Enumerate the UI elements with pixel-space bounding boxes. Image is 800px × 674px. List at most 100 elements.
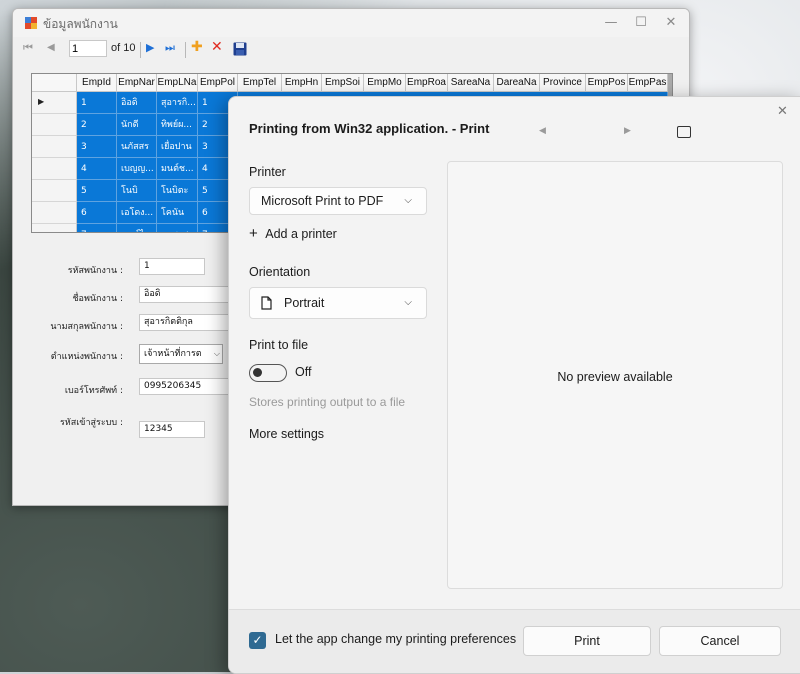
table-cell[interactable]: มนต์ช...: [157, 158, 198, 180]
emp-lastname-label: นามสกุลพนักงาน :: [50, 322, 123, 332]
table-cell[interactable]: 3: [77, 136, 117, 158]
emp-lastname-field[interactable]: สุอารกิตติกุล: [139, 314, 229, 331]
column-header-empsoi[interactable]: EmpSoi: [322, 74, 364, 92]
emp-phone-label: เบอร์โทรศัพท์ :: [64, 386, 123, 396]
toggle-state-text: Off: [295, 365, 312, 379]
table-cell[interactable]: นรพงศ...: [157, 224, 198, 232]
table-cell[interactable]: โนบิ: [117, 180, 157, 202]
app-icon: [25, 17, 37, 29]
close-icon[interactable]: ✕: [777, 103, 788, 119]
window-title: ข้อมูลพนักงาน: [43, 17, 118, 31]
cancel-button[interactable]: Cancel: [659, 626, 781, 656]
print-preview-pane: No preview available: [447, 161, 783, 589]
table-cell[interactable]: เอโดง...: [117, 202, 157, 224]
row-header[interactable]: [32, 224, 77, 232]
print-button[interactable]: Print: [523, 626, 651, 656]
toolbar-separator: [140, 42, 141, 58]
emp-position-label: ตำแหน่งพนักงาน :: [50, 352, 123, 362]
table-cell[interactable]: 6: [77, 202, 117, 224]
fit-to-window-icon[interactable]: [677, 126, 691, 138]
print-to-file-toggle[interactable]: [249, 364, 287, 382]
orientation-select[interactable]: Portrait ⌵: [249, 287, 427, 319]
table-cell[interactable]: อิอดิ: [117, 92, 157, 114]
emp-name-field[interactable]: อิอดิ: [139, 286, 229, 303]
table-cell[interactable]: 4: [77, 158, 117, 180]
move-first-icon[interactable]: ⏮: [23, 40, 33, 56]
column-header-emppol[interactable]: EmpPol: [198, 74, 238, 92]
dialog-title: Printing from Win32 application. - Print: [249, 121, 490, 136]
prev-page-icon[interactable]: ◀: [539, 125, 546, 136]
more-settings-link[interactable]: More settings: [249, 427, 324, 441]
record-count: of 10: [111, 42, 136, 54]
position-input[interactable]: 1: [69, 40, 107, 57]
add-printer-link[interactable]: + Add a printer: [249, 225, 337, 242]
column-header-emproad[interactable]: EmpRoa: [406, 74, 448, 92]
emp-password-label: รหัสเข้าสู่ระบบ :: [59, 418, 123, 428]
save-icon[interactable]: [233, 42, 247, 56]
row-header[interactable]: [32, 114, 77, 136]
table-cell[interactable]: ทิพย์ผ...: [157, 114, 198, 136]
column-header-empid[interactable]: EmpId: [77, 74, 117, 92]
printer-select[interactable]: Microsoft Print to PDF ⌵: [249, 187, 427, 215]
table-cell[interactable]: โนบิตะ: [157, 180, 198, 202]
emp-position-select[interactable]: เจ้าหน้าที่การต ⌵: [139, 344, 223, 364]
move-next-icon[interactable]: ▶: [146, 40, 154, 56]
next-page-icon[interactable]: ▶: [624, 125, 631, 136]
row-header[interactable]: [32, 202, 77, 224]
toolbar-separator: [185, 42, 186, 58]
row-header[interactable]: [32, 158, 77, 180]
maximize-button[interactable]: ☐: [627, 13, 655, 33]
plus-icon: +: [249, 225, 258, 242]
table-cell[interactable]: นภัสสร: [117, 136, 157, 158]
column-header-dareaname[interactable]: DareaNa: [494, 74, 540, 92]
table-cell[interactable]: 1: [77, 92, 117, 114]
column-header-province[interactable]: Province: [540, 74, 586, 92]
add-new-icon[interactable]: ✚: [191, 39, 203, 55]
title-bar[interactable]: ข้อมูลพนักงาน — ☐ ✕: [13, 9, 689, 37]
column-header-sareaname[interactable]: SareaNa: [448, 74, 494, 92]
emp-password-field[interactable]: 12345: [139, 421, 205, 438]
emp-id-field[interactable]: 1: [139, 258, 205, 275]
emp-id-label: รหัสพนักงาน :: [67, 266, 123, 276]
print-to-file-hint: Stores printing output to a file: [249, 395, 406, 409]
emp-name-label: ชื่อพนักงาน :: [72, 294, 123, 304]
orientation-label: Orientation: [249, 265, 311, 279]
column-header-emphno[interactable]: EmpHn: [282, 74, 322, 92]
table-cell[interactable]: นักดี: [117, 114, 157, 136]
row-header[interactable]: [32, 180, 77, 202]
minimize-button[interactable]: —: [597, 13, 625, 33]
column-header-emppass[interactable]: EmpPas: [628, 74, 668, 92]
print-dialog: ✕ Printing from Win32 application. - Pri…: [228, 96, 800, 674]
checkbox-checked-icon[interactable]: ✓: [249, 632, 266, 649]
dialog-footer: ✓ Let the app change my printing prefere…: [229, 609, 800, 673]
table-cell[interactable]: โคนัน: [157, 202, 198, 224]
column-header-empname[interactable]: EmpNar: [117, 74, 157, 92]
printer-label: Printer: [249, 165, 286, 179]
table-cell[interactable]: เยื่อปาน: [157, 136, 198, 158]
table-cell[interactable]: เจอร์ไอ...: [117, 224, 157, 232]
page-icon: [261, 296, 272, 310]
current-row-icon: ▶: [38, 97, 45, 106]
row-header[interactable]: ▶: [32, 92, 77, 114]
add-printer-label: Add a printer: [265, 227, 337, 241]
table-cell[interactable]: 5: [77, 180, 117, 202]
delete-icon[interactable]: ✕: [211, 39, 223, 55]
table-cell[interactable]: 2: [77, 114, 117, 136]
emp-phone-field[interactable]: 0995206345: [139, 378, 229, 395]
close-button[interactable]: ✕: [657, 13, 685, 33]
column-header-emplname[interactable]: EmpLNa: [157, 74, 198, 92]
move-previous-icon[interactable]: ◀: [47, 40, 55, 56]
row-header[interactable]: [32, 136, 77, 158]
table-cell[interactable]: สุอารกิ...: [157, 92, 198, 114]
orientation-value: Portrait: [284, 296, 325, 310]
column-header-emptel[interactable]: EmpTel: [238, 74, 282, 92]
column-header-empmoo[interactable]: EmpMo: [364, 74, 406, 92]
grid-corner-header: [32, 74, 77, 92]
table-cell[interactable]: เบญญ...: [117, 158, 157, 180]
app-preferences-label[interactable]: Let the app change my printing preferenc…: [275, 632, 516, 646]
move-last-icon[interactable]: ⏭: [165, 40, 175, 56]
column-header-emppos[interactable]: EmpPos: [586, 74, 628, 92]
toggle-knob: [253, 368, 262, 377]
print-to-file-label: Print to file: [249, 338, 309, 352]
table-cell[interactable]: 7: [77, 224, 117, 232]
